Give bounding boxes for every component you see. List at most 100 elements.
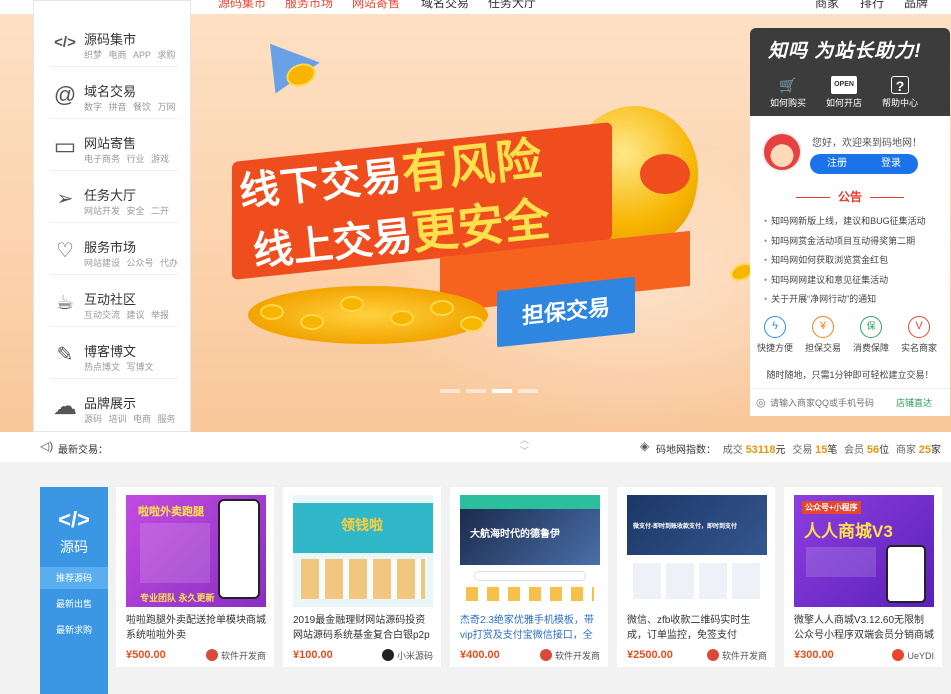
code-icon: </> [54,34,76,51]
product-card[interactable]: 大航海时代的德鲁伊 杰奇2.3绝家优雅手机模板，带vip打赏及支付宝微信接口，全… [450,487,608,667]
product-seller[interactable]: 小米源码 [381,649,433,662]
category-item-task-hall[interactable]: ➢ 任务大厅 网站开发 安全 二开 [34,171,192,223]
product-image[interactable]: 大航海时代的德鲁伊 [460,495,600,607]
register-button[interactable]: 注册 [810,154,864,174]
help-center-link[interactable]: ? 帮助中心 [872,76,928,109]
how-to-buy-link[interactable]: 🛒 如何购买 [760,76,816,109]
site-index: 码地网指数： 成交 53118元 交易 15笔 会员 56位 商家 25家 [656,444,941,456]
product-card[interactable]: 公众号+小程序 人人商城V3 微擎人人商城V3.12.60无限制公众号小程序双端… [784,487,942,667]
product-title[interactable]: 啦啦跑腿外卖配送抢单模块商城系统啦啦外卖 [126,613,266,643]
store-search-input[interactable] [770,394,892,412]
product-card[interactable]: 微支付-即时到账收款支付，即时到支付 微信、zfb收款二维码实时生成，订单监控，… [617,487,775,667]
product-image[interactable]: 领钱啦 [293,495,433,607]
tab-recommended-source[interactable]: 推荐源码 [40,567,108,589]
monitor-icon: ▭ [53,133,77,160]
pen-icon: ✎ [56,344,74,366]
nav-link-source-market[interactable]: 源码集市 [218,0,266,11]
notice-item[interactable]: 关于开展“净网行动”的通知 [764,290,944,310]
store-search: ◎ 店铺直达 [750,388,950,416]
carousel-dot[interactable] [440,389,460,393]
notice-item[interactable]: 知吗网如何获取浏览赏金红包 [764,251,944,271]
layers-icon: ◈ [640,439,650,453]
tab-latest-sale[interactable]: 最新出售 [40,593,108,615]
at-icon: @ [53,82,77,107]
panel-banner: 知吗 为站长助力! [768,41,922,62]
right-info-panel: 知吗 为站长助力! 🛒 如何购买 OPEN 如何开店 ? 帮助中心 您好，欢迎来… [750,28,950,416]
verified-icon: V [908,316,930,338]
product-seller[interactable]: 软件开发商 [539,649,600,662]
product-seller[interactable]: 软件开发商 [706,649,767,662]
seller-avatar [706,649,719,661]
coin-pile-icon [248,286,488,344]
product-title[interactable]: 微擎人人商城V3.12.60无限制公众号小程序双端会员分销商城 [794,613,934,643]
product-card[interactable]: 领钱啦 2019最金融理财网站源码投资网站源码系统基金复合白银p2p手机三 ¥1… [283,487,441,667]
code-section-sidebar: </> 源码 推荐源码 最新出售 最新求购 [40,487,108,694]
service-escrow[interactable]: ¥ 担保交易 [800,316,846,354]
seller-avatar [892,649,905,661]
notice-title: 公告 [750,188,950,205]
cloud-icon: ☁ [53,393,77,420]
category-menu: </> 源码集市 织梦 电商 APP 求购 @ 域名交易 数字 拼音 餐饮 万网… [33,0,191,432]
cart-icon: 🛒 [779,77,797,93]
carousel-dots [440,382,544,396]
product-price: ¥300.00 [794,649,834,661]
decor-triangle [250,26,320,94]
ticker-scroll-arrows[interactable]: ︿ ﹀ [520,435,529,457]
product-seller[interactable]: UeYDI [892,649,934,661]
how-to-open-store-link[interactable]: OPEN 如何开店 [816,76,872,109]
category-item-domain-trade[interactable]: @ 域名交易 数字 拼音 餐饮 万网 [34,67,192,119]
seller-avatar [539,649,552,661]
tab-latest-request[interactable]: 最新求购 [40,619,108,641]
ticker-bar: ◁) 最新交易： ︿ ﹀ ◈ 码地网指数： 成交 53118元 交易 15笔 会员… [0,432,951,462]
carousel-dot-active[interactable] [492,389,512,393]
service-verified[interactable]: V 实名商家 [896,316,942,354]
product-price: ¥500.00 [126,649,166,661]
nav-link-brands[interactable]: 品牌 [904,0,928,11]
nav-link-merchants[interactable]: 商家 [815,0,839,11]
service-guarantee[interactable]: 保 消费保障 [848,316,894,354]
category-item-service-market[interactable]: ♡ 服务市场 网站建设 公众号 代办 [34,223,192,275]
product-price: ¥100.00 [293,649,333,661]
category-item-brands[interactable]: ☁ 品牌展示 源码 培训 电商 服务 [34,379,192,431]
category-item-blog[interactable]: ✎ 博客博文 热点博文 写博文 [34,327,192,379]
service-fast[interactable]: ϟ 快捷方便 [752,316,798,354]
carousel-dot[interactable] [518,389,538,393]
panel-header: 知吗 为站长助力! 🛒 如何购买 OPEN 如何开店 ? 帮助中心 [750,28,950,116]
qq-icon: ◎ [756,397,766,409]
deals-value: 53118 [745,444,776,456]
members-value: 56 [866,444,880,456]
product-image[interactable]: 啦啦外卖跑腿 专业团队 永久更新 [126,495,266,607]
panel-tip: 随时随地，只需1分钟即可轻松建立交易！ [766,370,934,380]
notice-item[interactable]: 知吗网新版上线，建议和BUG征集活动 [764,212,944,232]
carousel-dot[interactable] [466,389,486,393]
nav-link-site-consign[interactable]: 网站寄售 [352,0,400,11]
nav-link-ranking[interactable]: 排行 [860,0,884,11]
product-card[interactable]: 啦啦外卖跑腿 专业团队 永久更新 啦啦跑腿外卖配送抢单模块商城系统啦啦外卖 ¥5… [116,487,274,667]
trades-value: 15 [815,444,828,456]
nav-link-service-market[interactable]: 服务市场 [285,0,333,11]
product-image[interactable]: 微支付-即时到账收款支付，即时到支付 [627,495,767,607]
lightning-icon: ϟ [764,316,786,338]
product-price: ¥2500.00 [627,649,673,661]
open-sign-icon: OPEN [831,76,857,94]
product-title[interactable]: 杰奇2.3绝家优雅手机模板，带vip打赏及支付宝微信接口，全自动采 [460,613,600,643]
category-item-site-consign[interactable]: ▭ 网站寄售 电子商务 行业 游戏 [34,119,192,171]
help-icon: ? [891,76,909,94]
notice-item[interactable]: 知吗网网建议和意见征集活动 [764,271,944,291]
product-title[interactable]: 微信、zfb收款二维码实时生成，订单监控，免签支付 [627,613,767,643]
category-item-source-market[interactable]: </> 源码集市 织梦 电商 APP 求购 [34,15,192,67]
product-seller[interactable]: 软件开发商 [205,649,266,662]
heart-hand-icon: ♡ [56,240,74,262]
shield-icon: 保 [860,316,882,338]
store-direct-button[interactable]: 店铺直达 [896,396,932,409]
latest-trades-label: 最新交易： [58,445,108,456]
notice-item[interactable]: 知吗网赏金活动项目互动得奖第二期 [764,232,944,252]
phone-mockup [218,499,260,599]
product-image[interactable]: 公众号+小程序 人人商城V3 [794,495,934,607]
nav-link-task-hall[interactable]: 任务大厅 [488,0,536,11]
login-button[interactable]: 登录 [864,154,918,174]
greeting-text: 您好，欢迎来到码地网！ [812,138,922,149]
category-item-community[interactable]: ☕ 互动社区 互动交流 建议 举报 [34,275,192,327]
product-title[interactable]: 2019最金融理财网站源码投资网站源码系统基金复合白银p2p手机三 [293,613,433,643]
nav-link-domain-trade[interactable]: 域名交易 [421,0,469,11]
